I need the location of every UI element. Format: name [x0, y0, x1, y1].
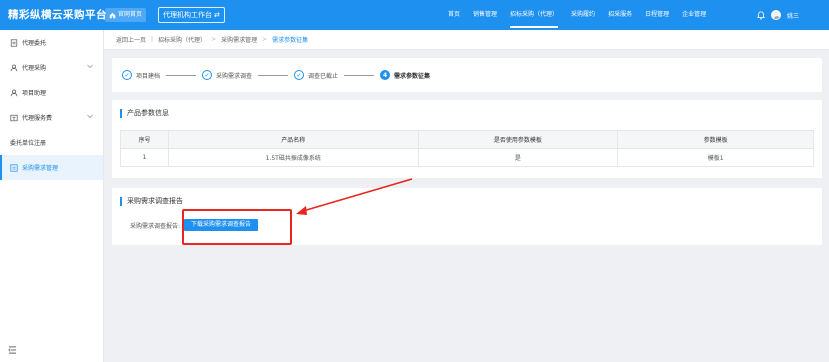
portal-home-label: 官网首页	[118, 11, 143, 18]
nav-item-procurement-service[interactable]: 招采服务	[608, 0, 632, 30]
sidebar-item-label: 项目助理	[22, 90, 47, 97]
sidebar-item-project-assistant[interactable]: 项目助理	[0, 80, 103, 105]
step-label: 项目建档	[136, 72, 161, 80]
section-title: 采购需求调查报告	[120, 197, 183, 206]
step-connector	[344, 74, 375, 76]
nav-item-tender-procurement[interactable]: 招标采购（代理）	[510, 0, 559, 30]
check-icon: ✓	[122, 70, 132, 80]
section-title: 产品参数信息	[120, 109, 169, 118]
portal-home-button[interactable]: 官网首页	[105, 8, 147, 22]
sidebar-item-agency-fee[interactable]: 代理服务费	[0, 105, 103, 130]
table-cell: 是	[417, 148, 619, 167]
breadcrumb-separator: >	[262, 36, 268, 43]
step-requirement-survey: ✓ 采购需求调查	[202, 70, 252, 80]
annotation-arrow-icon	[296, 178, 413, 215]
top-bar: 精彩纵横云采购平台 官网首页 代理机构工作台 ⇄ 首页 销售管理 招标采购（代理…	[0, 0, 829, 30]
column-header: 产品名称	[167, 130, 419, 149]
breadcrumb-divider: |	[151, 36, 154, 43]
user-area: 姚三	[757, 0, 799, 30]
breadcrumb: 返回上一页 | 招标采购（代理） > 采购需求管理 > 需求参数征集	[104, 30, 829, 50]
swap-icon: ⇄	[214, 11, 220, 19]
check-icon: ✓	[202, 70, 213, 80]
nav-item-schedule[interactable]: 日程管理	[645, 0, 669, 30]
chevron-down-icon	[87, 64, 93, 69]
avatar[interactable]	[771, 10, 781, 20]
sidebar: 代理委托 代理采购 项目助理 代理服务费 委托单位注册 采购需求管理	[0, 30, 104, 362]
progress-steps: ✓ 项目建档 ✓ 采购需求调查 ✓ 调查已截止 4 需求参数征集	[112, 58, 822, 92]
step-project-filing: ✓ 项目建档	[122, 70, 160, 80]
breadcrumb-separator: >	[211, 36, 217, 43]
nav-item-enterprise[interactable]: 企业管理	[682, 0, 706, 30]
nav-item-sales[interactable]: 销售管理	[473, 0, 497, 30]
user-icon	[10, 64, 18, 72]
sidebar-item-label: 委托单位注册	[10, 140, 47, 147]
step-parameter-collection: 4 需求参数征集	[380, 70, 430, 80]
step-connector	[258, 74, 289, 76]
user-name[interactable]: 姚三	[787, 11, 799, 20]
table-cell: 1	[120, 148, 169, 167]
user-icon	[10, 89, 18, 97]
table-row: 1 1.5T磁共振成像系统 是 模板1	[120, 148, 814, 167]
step-label: 需求参数征集	[394, 72, 431, 80]
top-navigation: 首页 销售管理 招标采购（代理） 采购履约 招采服务 日程管理 企业管理	[448, 0, 719, 30]
home-icon	[109, 12, 116, 18]
table-cell: 1.5T磁共振成像系统	[167, 148, 419, 167]
step-label: 调查已截止	[308, 72, 339, 80]
breadcrumb-item[interactable]: 招标采购（代理）	[158, 35, 206, 44]
sidebar-item-label: 采购需求管理	[22, 165, 59, 172]
annotation-highlight-box	[182, 209, 292, 245]
sidebar-item-label: 代理委托	[22, 40, 47, 47]
table-header-row: 序号 产品名称 是否使用参数模板 参数模板	[120, 130, 814, 149]
check-icon: ✓	[294, 70, 305, 80]
chevron-down-icon	[87, 114, 93, 119]
column-header: 是否使用参数模板	[417, 130, 619, 149]
document-icon	[10, 38, 18, 47]
product-params-card: 产品参数信息 序号 产品名称 是否使用参数模板 参数模板 1 1.5T磁共振成像…	[112, 100, 822, 178]
sidebar-item-agency-entrust[interactable]: 代理委托	[0, 30, 103, 55]
step-connector	[166, 74, 197, 76]
workbench-label: 代理机构工作台	[163, 11, 212, 19]
step-survey-closed: ✓ 调查已截止	[294, 70, 338, 80]
nav-item-contract-performance[interactable]: 采购履约	[571, 0, 595, 30]
collapse-menu-icon[interactable]	[8, 346, 17, 354]
sidebar-item-label: 代理采购	[22, 65, 47, 72]
report-field-label: 采购需求调查报告:	[130, 222, 181, 230]
step-number: 4	[380, 70, 391, 80]
column-header: 序号	[120, 130, 169, 149]
breadcrumb-current: 需求参数征集	[272, 37, 309, 44]
back-link[interactable]: 返回上一页	[116, 35, 146, 44]
bell-icon[interactable]	[757, 10, 765, 20]
column-header: 参数模板	[617, 130, 814, 149]
list-icon	[10, 163, 18, 172]
step-label: 采购需求调查	[216, 72, 253, 80]
breadcrumb-item[interactable]: 采购需求管理	[221, 35, 257, 44]
app-title: 精彩纵横云采购平台	[8, 9, 107, 21]
workbench-switch-button[interactable]: 代理机构工作台 ⇄	[158, 7, 225, 23]
sidebar-item-requirement-management[interactable]: 采购需求管理	[0, 155, 103, 180]
sidebar-item-client-registration[interactable]: 委托单位注册	[0, 130, 103, 155]
nav-item-home[interactable]: 首页	[448, 0, 460, 30]
sidebar-item-label: 代理服务费	[22, 115, 53, 122]
sidebar-item-agency-procurement[interactable]: 代理采购	[0, 55, 103, 80]
table-cell: 模板1	[617, 148, 814, 167]
params-table: 序号 产品名称 是否使用参数模板 参数模板 1 1.5T磁共振成像系统 是 模板…	[120, 130, 814, 167]
fee-icon	[10, 114, 18, 122]
